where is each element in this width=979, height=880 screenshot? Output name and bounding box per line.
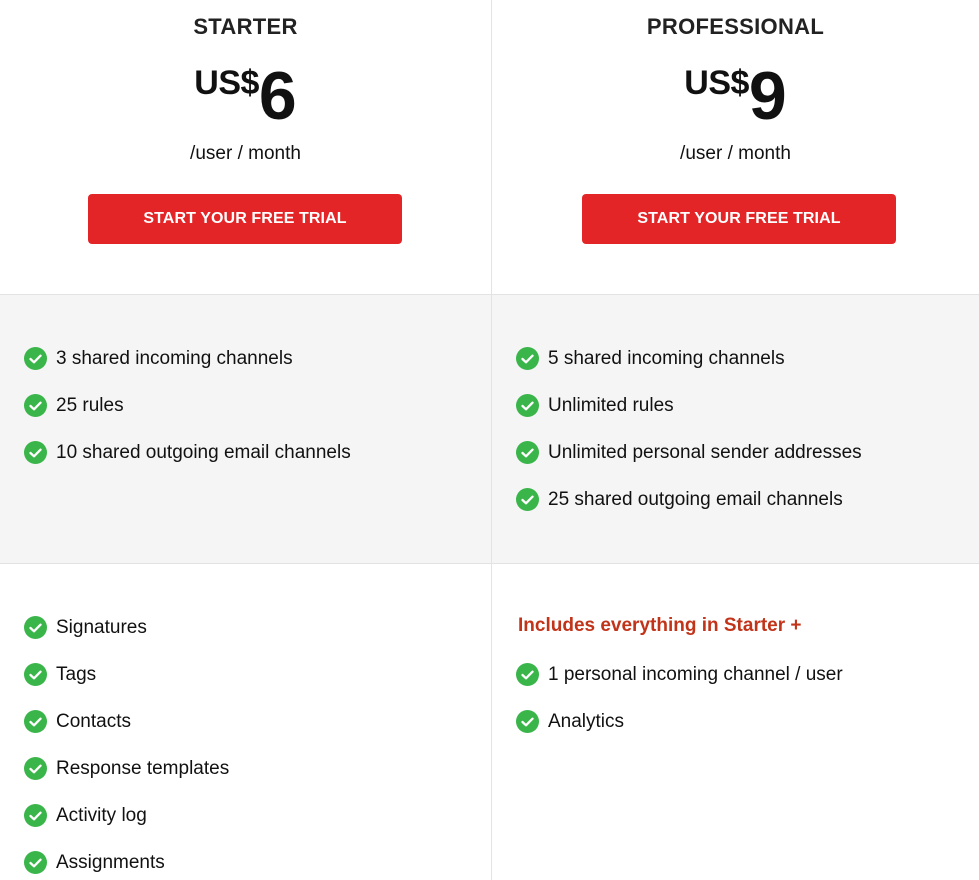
check-circle-icon	[24, 804, 47, 827]
feature-label: 25 rules	[56, 394, 124, 416]
price-amount: 9	[748, 58, 787, 134]
feature-item: Unlimited rules	[516, 382, 862, 429]
feature-item: Unlimited personal sender addresses	[516, 429, 862, 476]
feature-label: Activity log	[56, 804, 147, 826]
key-feature-list-professional: 5 shared incoming channels Unlimited rul…	[516, 335, 862, 523]
plan-name: PROFESSIONAL	[646, 14, 825, 39]
check-circle-icon	[516, 441, 539, 464]
check-circle-icon	[24, 394, 47, 417]
plan-column-starter: STARTER US$6 /user / month START YOUR FR…	[0, 0, 491, 880]
feature-label: Tags	[56, 663, 97, 685]
feature-label: Analytics	[548, 710, 625, 732]
check-circle-icon	[516, 394, 539, 417]
feature-item: 25 shared outgoing email channels	[516, 476, 862, 523]
plan-header-starter: STARTER US$6 /user / month START YOUR FR…	[0, 0, 491, 294]
feature-item: Response templates	[24, 745, 229, 792]
feature-item: Assignments	[24, 839, 229, 880]
check-circle-icon	[24, 441, 47, 464]
feature-item: Contacts	[24, 698, 229, 745]
check-circle-icon	[516, 488, 539, 511]
feature-label: Assignments	[56, 851, 165, 873]
feature-label: 25 shared outgoing email channels	[548, 488, 843, 510]
feature-label: 1 personal incoming channel / user	[548, 663, 843, 685]
includes-starter-note: Includes everything in Starter +	[518, 615, 802, 636]
feature-item: 25 rules	[24, 382, 351, 429]
feature-label: Unlimited rules	[548, 394, 674, 416]
plan-price: US$6	[0, 58, 491, 134]
feature-list-professional: 1 personal incoming channel / user Analy…	[516, 651, 843, 745]
pricing-table: STARTER US$6 /user / month START YOUR FR…	[0, 0, 979, 880]
feature-item: 5 shared incoming channels	[516, 335, 862, 382]
check-circle-icon	[24, 851, 47, 874]
check-circle-icon	[516, 663, 539, 686]
price-currency: US$	[194, 64, 259, 102]
check-circle-icon	[24, 663, 47, 686]
check-circle-icon	[24, 616, 47, 639]
key-feature-list-starter: 3 shared incoming channels 25 rules 10 s…	[24, 335, 351, 476]
plan-header-professional: PROFESSIONAL US$9 /user / month START YO…	[492, 0, 979, 294]
feature-list-starter: Signatures Tags Contacts Response templa…	[24, 604, 229, 880]
price-period: /user / month	[680, 143, 791, 164]
check-circle-icon	[516, 347, 539, 370]
start-free-trial-button-starter[interactable]: START YOUR FREE TRIAL	[88, 194, 402, 244]
price-period: /user / month	[190, 143, 301, 164]
feature-item: Signatures	[24, 604, 229, 651]
price-amount: 6	[258, 58, 297, 134]
plan-name: STARTER	[193, 14, 298, 39]
check-circle-icon	[24, 347, 47, 370]
check-circle-icon	[516, 710, 539, 733]
plan-price: US$9	[492, 58, 979, 134]
check-circle-icon	[24, 757, 47, 780]
feature-item: 1 personal incoming channel / user	[516, 651, 843, 698]
plan-column-professional: PROFESSIONAL US$9 /user / month START YO…	[492, 0, 979, 880]
feature-item: Activity log	[24, 792, 229, 839]
feature-label: 5 shared incoming channels	[548, 347, 785, 369]
feature-label: 3 shared incoming channels	[56, 347, 293, 369]
feature-item: 3 shared incoming channels	[24, 335, 351, 382]
feature-item: Analytics	[516, 698, 843, 745]
feature-label: Signatures	[56, 616, 147, 638]
feature-item: 10 shared outgoing email channels	[24, 429, 351, 476]
feature-label: Unlimited personal sender addresses	[548, 441, 862, 463]
price-currency: US$	[684, 64, 749, 102]
feature-label: 10 shared outgoing email channels	[56, 441, 351, 463]
feature-label: Contacts	[56, 710, 131, 732]
feature-label: Response templates	[56, 757, 230, 779]
check-circle-icon	[24, 710, 47, 733]
feature-item: Tags	[24, 651, 229, 698]
start-free-trial-button-professional[interactable]: START YOUR FREE TRIAL	[582, 194, 896, 244]
